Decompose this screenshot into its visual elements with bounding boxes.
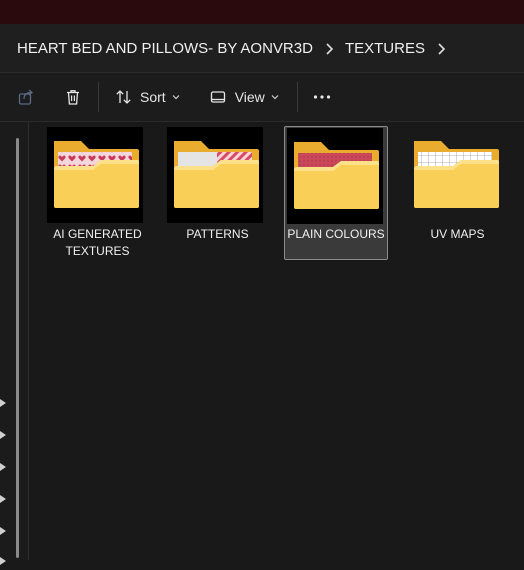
- folder-name: PATTERNS: [186, 227, 249, 241]
- ellipsis-icon: [313, 95, 330, 99]
- chevron-down-icon: [172, 95, 180, 100]
- pin-icon[interactable]: [0, 522, 6, 535]
- sort-icon: [116, 90, 131, 104]
- folder-name: PLAIN COLOURS: [287, 227, 385, 241]
- delete-button[interactable]: [64, 81, 82, 113]
- folder-name: AI GENERATED TEXTURES: [53, 227, 142, 258]
- folder-icon: [47, 127, 143, 223]
- trash-icon: [67, 90, 79, 105]
- view-label: View: [234, 89, 265, 105]
- more-options-button[interactable]: [313, 81, 331, 113]
- toolbar-divider: [98, 82, 99, 112]
- pin-icon[interactable]: [0, 394, 6, 407]
- pin-icon[interactable]: [0, 426, 6, 439]
- chevron-right-icon[interactable]: [427, 40, 455, 57]
- file-view[interactable]: AI GENERATED TEXTURES PATTERNS PLAIN COL…: [29, 122, 524, 560]
- chevron-down-icon: [271, 95, 279, 100]
- sort-label: Sort: [140, 89, 166, 105]
- navigation-scrollbar[interactable]: [16, 138, 19, 558]
- share-icon: [18, 89, 34, 105]
- pin-icon[interactable]: [0, 458, 6, 471]
- toolbar-divider: [296, 82, 298, 112]
- chevron-right-icon[interactable]: [315, 40, 343, 57]
- breadcrumb-textures[interactable]: TEXTURES: [343, 40, 427, 57]
- view-icon: [210, 91, 225, 103]
- pin-icon[interactable]: [0, 552, 6, 565]
- breadcrumb-heart-bed-and-pillows[interactable]: HEART BED AND PILLOWS- BY AONVR3D: [15, 40, 315, 57]
- folder-item-uv-maps[interactable]: UV MAPS: [406, 126, 509, 260]
- folder-icon: [167, 127, 263, 223]
- title-bar: [0, 0, 524, 24]
- folder-name: UV MAPS: [430, 227, 485, 241]
- folder-item-plain-colours[interactable]: PLAIN COLOURS: [284, 126, 388, 260]
- navigation-pane[interactable]: [0, 122, 29, 565]
- pin-icon[interactable]: [0, 490, 6, 503]
- folder-icon: [287, 128, 383, 224]
- share-button[interactable]: [17, 81, 35, 113]
- sort-button[interactable]: Sort: [115, 81, 180, 113]
- folder-item-ai-generated-textures[interactable]: AI GENERATED TEXTURES: [46, 126, 149, 260]
- view-button[interactable]: View: [210, 81, 279, 113]
- command-bar: Sort View: [0, 73, 524, 122]
- folder-item-patterns[interactable]: PATTERNS: [166, 126, 269, 260]
- folder-icon: [407, 127, 503, 223]
- address-bar[interactable]: HEART BED AND PILLOWS- BY AONVR3D TEXTUR…: [0, 24, 524, 73]
